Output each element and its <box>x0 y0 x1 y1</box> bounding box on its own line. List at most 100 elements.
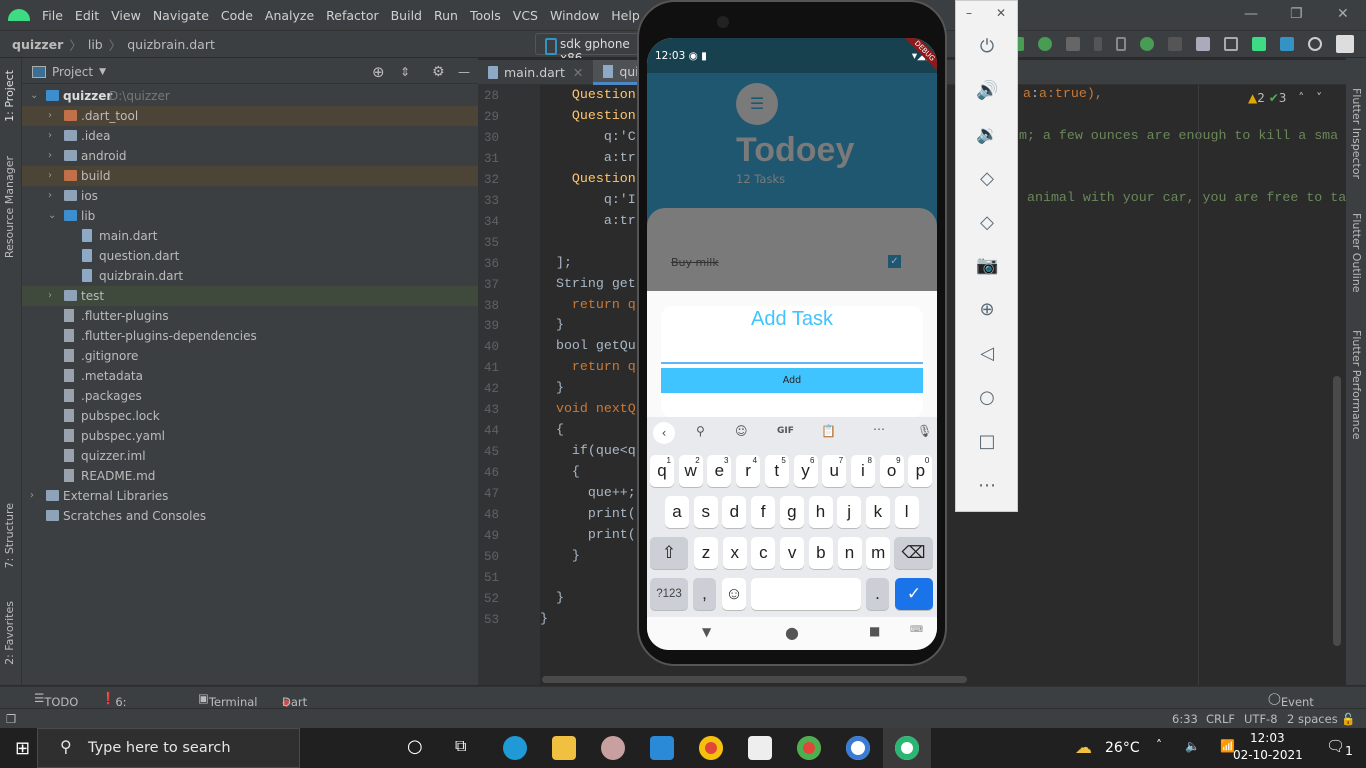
tree-item[interactable]: .packages <box>22 386 478 406</box>
key[interactable]: e3 <box>707 455 732 487</box>
profile-icon[interactable] <box>1066 37 1080 51</box>
tree-item[interactable]: › .idea <box>22 126 478 146</box>
inspection-widget[interactable]: ▲2 ✔3 ˄ ˅ <box>1248 91 1322 105</box>
menu-vcs[interactable]: VCS <box>507 8 544 23</box>
device-selector[interactable]: sdk gphone x86 <box>535 33 645 65</box>
terminal-tab[interactable]: ▣ Terminal <box>198 691 257 709</box>
menu-tools[interactable]: Tools <box>464 8 507 23</box>
key[interactable]: i8 <box>850 455 875 487</box>
code-line[interactable]: print( <box>540 527 636 542</box>
debug-icon[interactable] <box>1038 37 1052 51</box>
chevron-right-icon[interactable]: › <box>48 286 52 306</box>
breadcrumb-project[interactable]: quizzer <box>12 37 63 52</box>
key[interactable]: f <box>751 496 776 528</box>
taskbar-search[interactable]: ⚲ Type here to search <box>37 728 300 768</box>
file-explorer-icon[interactable] <box>552 736 576 760</box>
sdk-manager-icon[interactable] <box>1280 37 1294 51</box>
menu-window[interactable]: Window <box>544 8 605 23</box>
chevron-down-icon[interactable]: ⌄ <box>30 86 38 106</box>
minimize-button[interactable]: — <box>1244 6 1258 22</box>
close-tab-icon[interactable]: ✕ <box>573 65 583 80</box>
volume-up-icon[interactable]: 🔊 <box>976 80 998 102</box>
chrome-profile-icon[interactable] <box>797 736 821 760</box>
user-avatar-icon[interactable] <box>1336 35 1354 53</box>
code-line[interactable]: if(que<q <box>540 443 636 458</box>
show-hidden-icons[interactable]: ˄ <box>1156 738 1162 752</box>
tree-item[interactable]: question.dart <box>22 246 478 266</box>
comma-key[interactable]: , <box>693 578 716 610</box>
emulator-close[interactable]: ✕ <box>996 6 1006 20</box>
tab-resource-manager[interactable]: Resource Manager <box>3 156 16 258</box>
tab-structure[interactable]: 7: Structure <box>3 503 16 568</box>
collapse-all-icon[interactable]: ⇕ <box>400 65 410 79</box>
apply-changes-icon[interactable] <box>1094 37 1102 51</box>
tab-flutter-inspector[interactable]: Flutter Inspector <box>1350 88 1363 179</box>
key[interactable]: y6 <box>793 455 818 487</box>
chevron-right-icon[interactable]: › <box>48 146 52 166</box>
tree-item[interactable]: ⌄ lib <box>22 206 478 226</box>
power-icon[interactable]: ⏻ <box>976 36 998 58</box>
emulator-minimize[interactable]: – <box>966 6 972 20</box>
key[interactable]: j <box>837 496 862 528</box>
tree-item[interactable]: .flutter-plugins <box>22 306 478 326</box>
tree-item[interactable]: .flutter-plugins-dependencies <box>22 326 478 346</box>
chrome-icon[interactable] <box>699 736 723 760</box>
volume-icon[interactable]: 🔈 <box>1185 739 1200 753</box>
tree-item[interactable]: › .dart_tool <box>22 106 478 126</box>
tree-item[interactable]: ⌄ quizzer D:\quizzer <box>22 86 478 106</box>
key[interactable]: q1 <box>650 455 674 487</box>
nav-recents-icon[interactable]: ■ <box>869 624 880 638</box>
mail-icon[interactable] <box>650 736 674 760</box>
tab-favorites[interactable]: 2: Favorites <box>3 601 16 665</box>
chevron-right-icon[interactable]: › <box>48 166 52 186</box>
snipping-tool-icon[interactable] <box>601 736 625 760</box>
flutter-attach-icon[interactable] <box>1116 37 1126 51</box>
add-button[interactable]: Add <box>661 368 923 393</box>
code-line[interactable]: return q <box>540 297 636 312</box>
project-view-select[interactable]: Project <box>52 65 93 79</box>
key[interactable]: r4 <box>736 455 761 487</box>
horizontal-scrollbar[interactable] <box>542 676 967 683</box>
volume-down-icon[interactable]: 🔉 <box>976 124 998 146</box>
emulator-task-active[interactable] <box>883 728 931 768</box>
code-line[interactable]: Question <box>540 108 636 123</box>
search-icon[interactable] <box>1308 37 1322 51</box>
nav-back-icon[interactable]: ▼ <box>702 625 711 639</box>
key[interactable]: h <box>808 496 833 528</box>
menu-navigate[interactable]: Navigate <box>147 8 215 23</box>
space-key[interactable] <box>751 578 861 610</box>
task-input[interactable] <box>661 336 923 364</box>
chevron-down-icon[interactable]: ▼ <box>99 67 106 77</box>
next-highlight-icon[interactable]: ˅ <box>1316 91 1322 105</box>
key[interactable]: x <box>722 537 747 569</box>
lock-icon[interactable]: 🔓 <box>1341 712 1355 726</box>
chevron-right-icon[interactable]: › <box>48 106 52 126</box>
key[interactable]: n <box>837 537 862 569</box>
done-key[interactable]: ✓ <box>895 578 933 610</box>
gif-button[interactable]: GIF <box>777 426 794 436</box>
code-line[interactable]: print( <box>540 506 636 521</box>
nav-home-icon[interactable]: ● <box>785 623 799 642</box>
key[interactable]: b <box>808 537 833 569</box>
tree-item[interactable]: quizbrain.dart <box>22 266 478 286</box>
key[interactable]: v <box>780 537 805 569</box>
key[interactable]: s <box>693 496 718 528</box>
weather-icon[interactable]: ☁ <box>1075 738 1092 758</box>
code-line[interactable]: Question <box>540 171 636 186</box>
clipboard-icon[interactable]: 📋 <box>821 424 836 438</box>
screenshot-icon[interactable]: 📷 <box>976 255 998 277</box>
caret-position[interactable]: 6:33 <box>1172 712 1198 726</box>
menu-file[interactable]: File <box>36 8 69 23</box>
tool-windows-icon[interactable]: ❐ <box>6 712 16 726</box>
home-icon[interactable]: ○ <box>976 387 998 409</box>
tab-flutter-outline[interactable]: Flutter Outline <box>1350 213 1363 293</box>
notification-icon[interactable]: 🗨1 <box>1326 737 1353 758</box>
tree-item[interactable]: › ios <box>22 186 478 206</box>
close-button[interactable]: ✕ <box>1337 6 1349 22</box>
tree-item[interactable]: pubspec.lock <box>22 406 478 426</box>
code-line[interactable]: q:'I <box>540 192 636 207</box>
code-line[interactable]: a:tr <box>540 213 636 228</box>
period-key[interactable]: . <box>866 578 889 610</box>
breadcrumb-folder[interactable]: lib <box>88 37 103 52</box>
stop-icon[interactable] <box>1168 37 1182 51</box>
